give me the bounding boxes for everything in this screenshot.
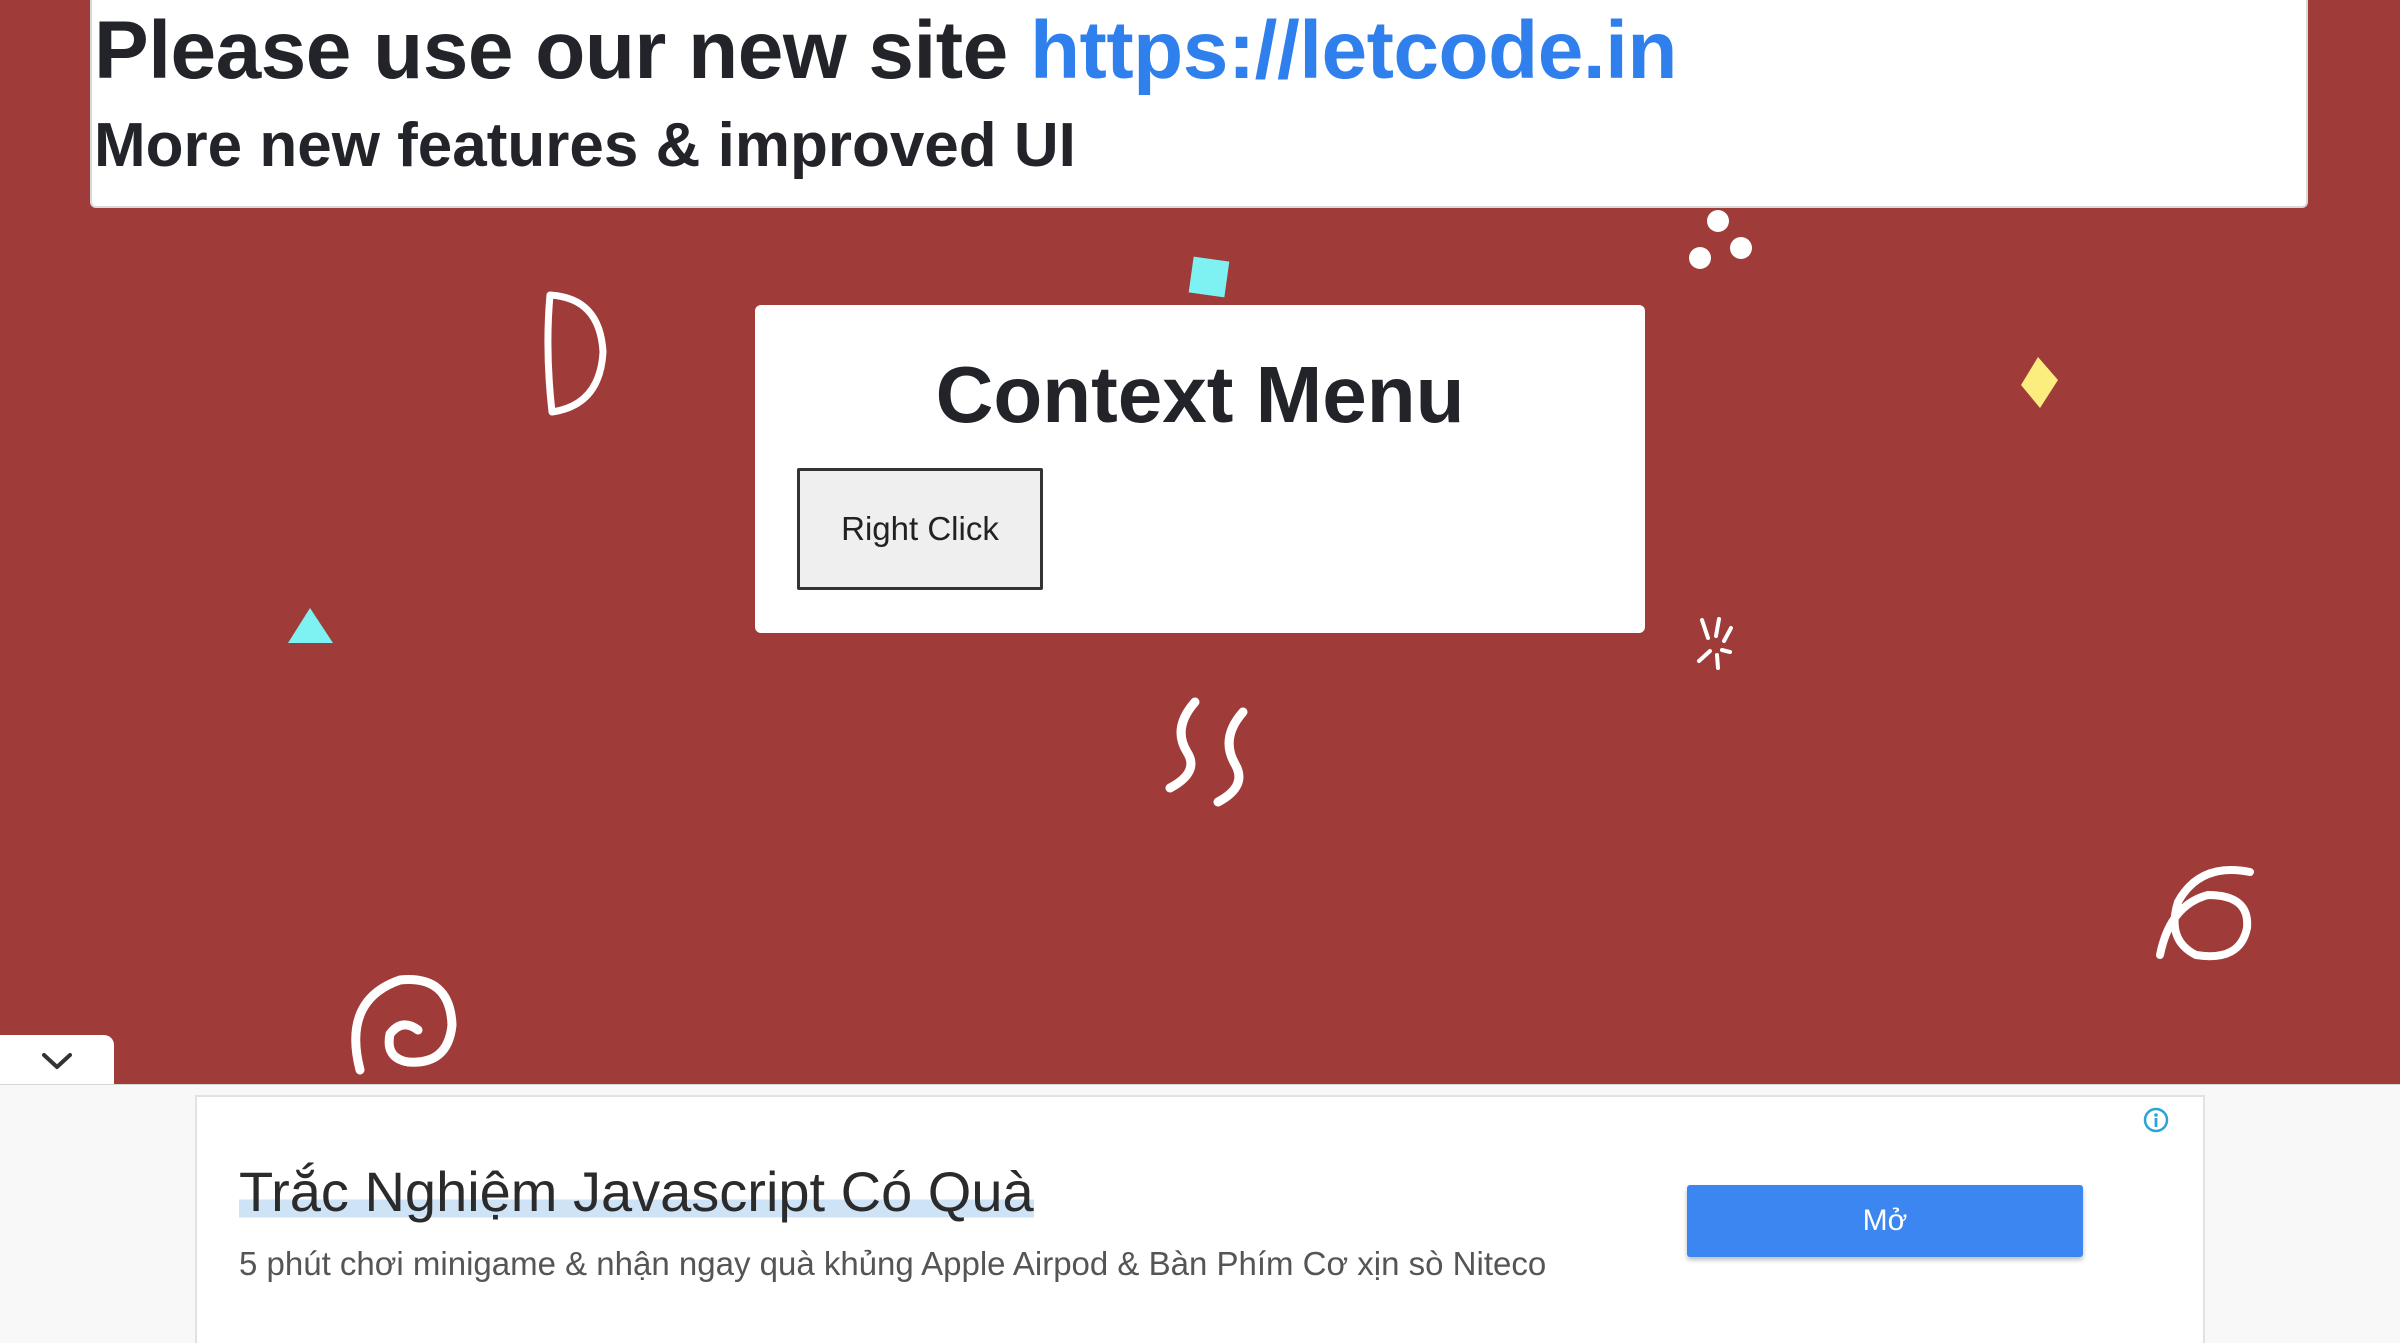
right-click-button[interactable]: Right Click: [797, 468, 1043, 590]
white-dot-decoration: [1689, 247, 1711, 269]
info-icon[interactable]: [2143, 1107, 2169, 1133]
notice-headline: Please use our new site https://letcode.…: [94, 4, 1677, 98]
cyan-triangle-decoration: [288, 608, 333, 643]
spiral-decoration: [351, 975, 457, 1075]
half-circle-decoration: [544, 291, 607, 416]
new-site-notice: Please use our new site https://letcode.…: [90, 0, 2308, 208]
context-menu-card: Context Menu Right Click: [755, 305, 1645, 633]
ad-content[interactable]: Trắc Nghiệm Javascript Có Quà 5 phút chơ…: [195, 1095, 2205, 1343]
new-site-link[interactable]: https://letcode.in: [1030, 5, 1678, 96]
ad-collapse-toggle[interactable]: [0, 1035, 114, 1087]
white-dot-decoration: [1707, 210, 1729, 232]
squiggle-decoration: [1213, 707, 1248, 807]
notice-headline-text: Please use our new site: [94, 5, 1030, 96]
chevron-down-icon: [42, 1053, 72, 1069]
loop-decoration: [2156, 866, 2254, 961]
cyan-square-decoration: [1188, 256, 1230, 298]
white-dot-decoration: [1730, 237, 1752, 259]
squiggle-decoration: [1165, 697, 1200, 793]
yellow-diamond-decoration: [2021, 357, 2058, 408]
spark-decoration: [1697, 617, 1733, 670]
ad-banner: Trắc Nghiệm Javascript Có Quà 5 phút chơ…: [0, 1084, 2400, 1343]
notice-subtitle: More new features & improved UI: [94, 111, 1076, 180]
ad-description: 5 phút chơi minigame & nhận ngay quà khủ…: [239, 1245, 1547, 1282]
ad-open-button[interactable]: Mở: [1687, 1185, 2083, 1257]
context-menu-title: Context Menu: [935, 350, 1465, 439]
ad-title[interactable]: Trắc Nghiệm Javascript Có Quà: [239, 1159, 1034, 1224]
